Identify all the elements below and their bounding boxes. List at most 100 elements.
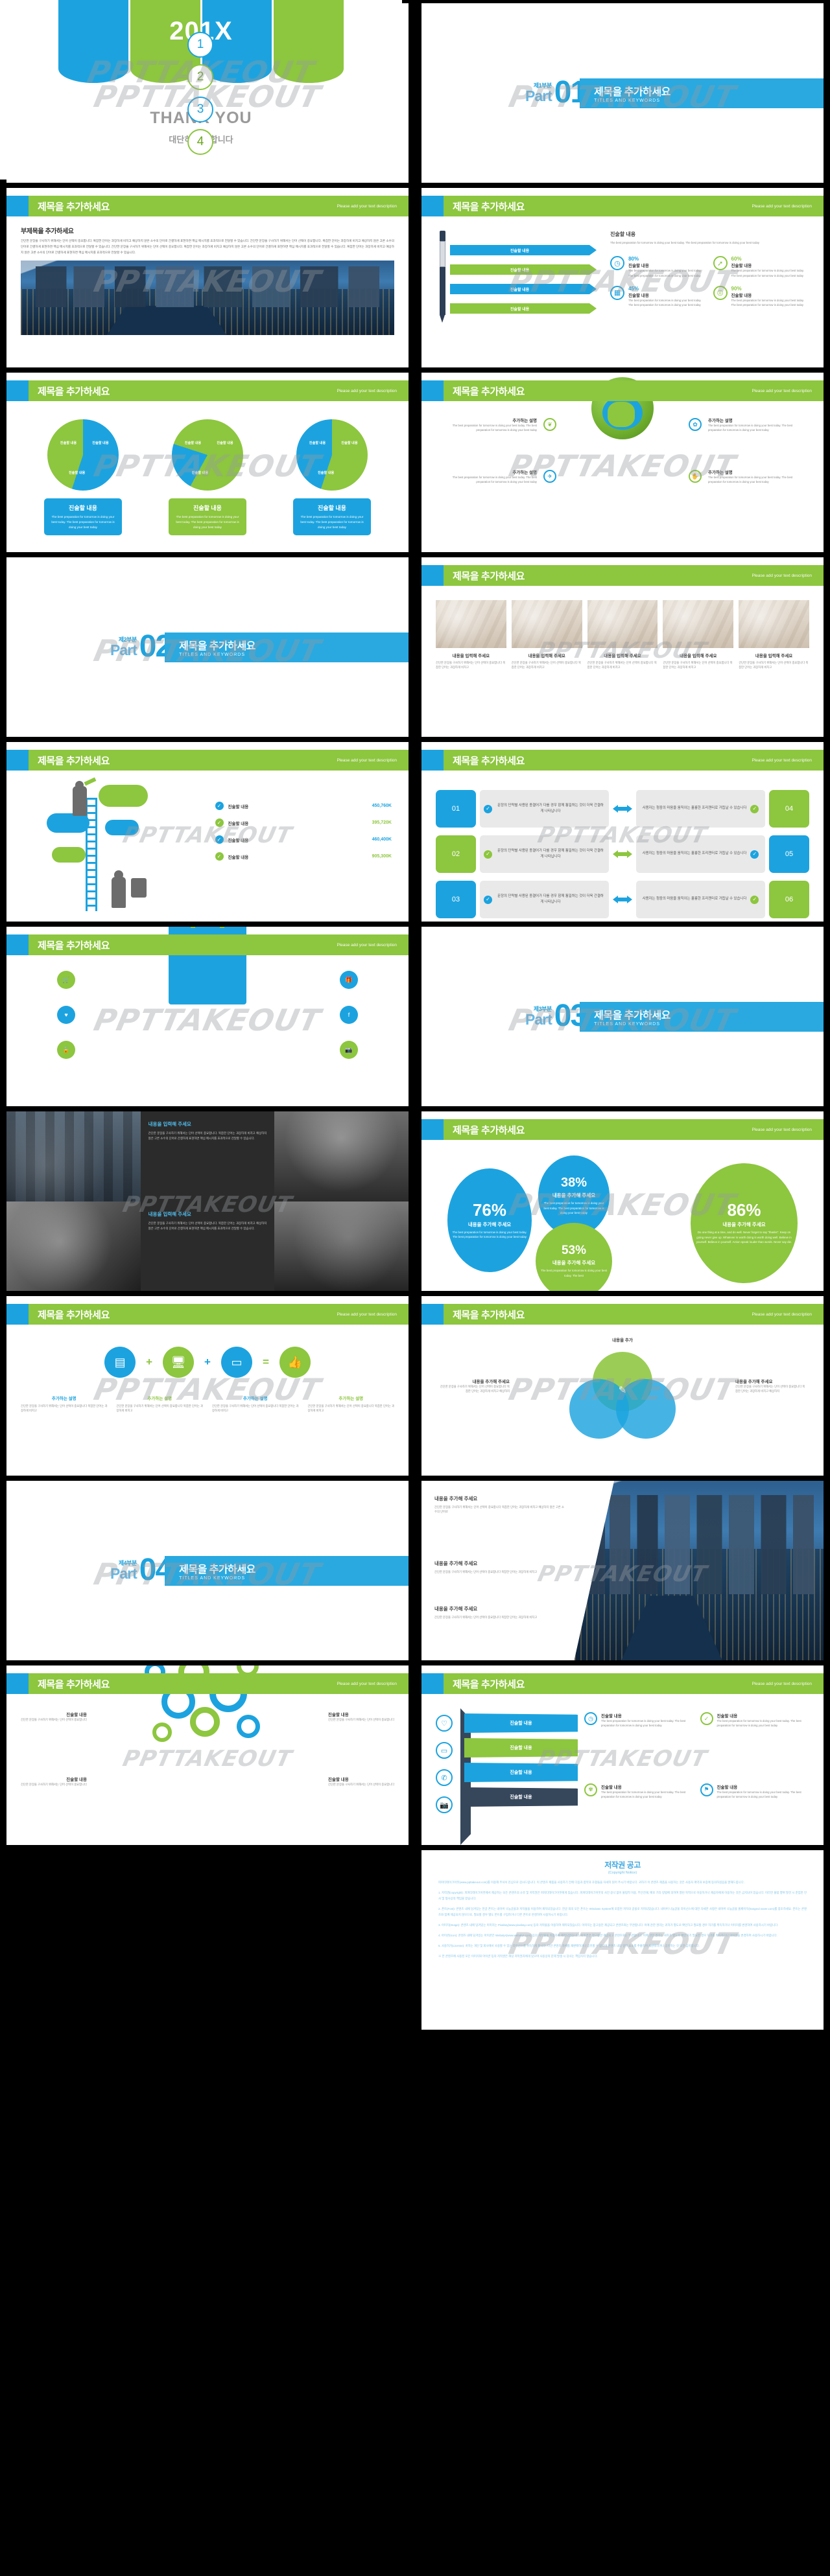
slide-part-divider: PPTTAKEOUT 제1부분 Part 01 제목을 추가하세요 TITLES…: [421, 3, 824, 183]
camera-icon: 📷: [340, 1041, 358, 1059]
cart-icon: 🛒: [57, 971, 75, 989]
slide-cell-part01[interactable]: PPTTAKEOUT 제1부분 Part 01 제목을 추가하세요 TITLES…: [415, 0, 830, 185]
slide-cell-blobs[interactable]: 제목을 추가하세요 Please add your text descripti…: [415, 1108, 830, 1293]
copyright-paragraph: 2. 폰트(Font): 콘텐츠 내에 담겨있는 한글 폰트는 네이버 나눔글꼴…: [438, 1907, 807, 1917]
slide-cell-venn[interactable]: 제목을 추가하세요 Please add your text descripti…: [415, 1293, 830, 1478]
pen-icon: [436, 231, 450, 367]
double-arrow-icon: [613, 896, 632, 903]
process-text: 문장의 단락별 사용된 종결어가 다를 경우 함께 통일하는 것이 더욱 간결하…: [497, 848, 604, 859]
slide-cell-thankyou[interactable]: PPTTAKEOUT 201X THANK YOU 대단히 감사합니다: [0, 0, 415, 2032]
ladder-icon: [86, 798, 97, 911]
percent-blob: 53% 내용을 추가해 주세요 The best preparation for…: [536, 1223, 612, 1291]
part-label-en: Part: [525, 1010, 552, 1028]
venn-top-label-block: 내용을 추가: [612, 1336, 633, 1343]
check-icon: ✓: [484, 850, 492, 859]
page-subtitle: Please add your text description: [752, 758, 812, 763]
ribbon-bar[interactable]: 진술할 내용: [464, 1787, 578, 1807]
ladder-row: ✓ 진술할 내용 395,720K: [215, 818, 392, 827]
desk-photo: [587, 600, 658, 648]
team-text-block: 내용을 입력해 주세요 간단한 문장을 구사하기 위해서는 단어 선택이 중요합…: [140, 1201, 275, 1291]
slide-percent-blobs: 제목을 추가하세요 Please add your text descripti…: [421, 1111, 824, 1291]
stat-item: ➚ 60% 진술할 내용 The best preparation for to…: [713, 256, 809, 278]
chevron-step[interactable]: 진술할 내용: [450, 303, 597, 314]
right-heading: 진술할 내용: [610, 231, 636, 237]
slide-header: 제목을 추가하세요 Please add your text descripti…: [421, 1119, 824, 1140]
page-title: 제목을 추가하세요: [38, 201, 110, 213]
slide-cell-part04[interactable]: PPTTAKEOUT 제4부분 Part 04 제목을 추가하세요 TITLES…: [0, 1478, 415, 1662]
pie-slice-label: 진술할 내용: [184, 441, 202, 445]
slide-cell-copyright[interactable]: PPTTAKEOUT 저작권 공고 (Copyright Notice) 피피티…: [415, 1847, 830, 2032]
item-body: The best preparation for tomorrow is doi…: [717, 1790, 801, 1798]
slide-cell-globe[interactable]: 제목을 추가하세요 Please add your text descripti…: [415, 369, 830, 554]
slide-cell-bridge[interactable]: PPTTAKEOUT 내용을 추가해 주세요 간단한 문장을 구사하기 위해서는…: [415, 1478, 830, 1662]
slide-cell-pen-chevrons[interactable]: 제목을 추가하세요 Please add your text descripti…: [415, 185, 830, 369]
telescope-icon: [84, 777, 97, 786]
copyright-paragraph: 4. 아이콘(Icon): 콘텐츠 내에 담겨있는 아이콘은 Webalys(w…: [438, 1934, 777, 1938]
slide-cell-pies[interactable]: 제목을 추가하세요 Please add your text descripti…: [0, 369, 415, 554]
stat-percent: 45%: [628, 285, 639, 292]
ribbon-bar[interactable]: 진술할 내용: [464, 1738, 578, 1758]
caption-title: 내용을 추가해 주세요: [472, 1380, 510, 1384]
slide-team-photos: PPTTAKEOUT 내용을 입력해 주세요 간단한 문장을 구사하기 위해서는…: [6, 1111, 409, 1291]
bulb-icon: ♡: [436, 1715, 453, 1732]
slide-venn: 제목을 추가하세요 Please add your text descripti…: [421, 1296, 824, 1476]
ribbon-right-item: ⚑ 진술할 내용 The best preparation for tomorr…: [700, 1783, 810, 1846]
caption-body: 간단한 문장을 구사하기 위해서는 단어 선택이 중요합니다: [20, 1718, 87, 1721]
pen-icon: ✎: [618, 1385, 627, 1396]
slide-cell-part03[interactable]: PPTTAKEOUT 제3부분 Part 03 제목을 추가하세요 TITLES…: [415, 923, 830, 1108]
slide-ladder: 제목을 추가하세요 Please add your text descripti…: [6, 742, 409, 922]
block-body: 간단한 문장을 구사하기 위해서는 단어 선택이 중요합니다. 복잡한 단어는 …: [148, 1131, 267, 1141]
bridge-caption: 내용을 추가해 주세요 간단한 문장을 구사하기 위해서는 단어 선택이 중요합…: [434, 1495, 564, 1514]
ribbon-bar[interactable]: 진술할 내용: [464, 1713, 578, 1733]
chevron-step[interactable]: 진술할 내용: [450, 264, 597, 275]
fb-icon: f: [340, 1006, 358, 1024]
slide-cell-gears[interactable]: 제목을 추가하세요 Please add your text descripti…: [0, 1662, 415, 1847]
slide-cell-ribbon[interactable]: 제목을 추가하세요 Please add your text descripti…: [415, 1662, 830, 1847]
slide-cell-shopping-bag[interactable]: 제목을 추가하세요 Please add your text descripti…: [0, 923, 415, 1108]
process-text: 사용자는 청중의 마음을 움직이는 훌륭한 프리젠터로 거듭날 수 있습니다: [642, 806, 747, 811]
column-title: 내용을 입력해 주세요: [755, 654, 793, 658]
header-accent-tab: [6, 934, 29, 955]
slide-process: 제목을 추가하세요 Please add your text descripti…: [421, 742, 824, 922]
slide-cell-ladder[interactable]: 제목을 추가하세요 Please add your text descripti…: [0, 739, 415, 923]
page-title: 제목을 추가하세요: [453, 386, 525, 397]
desk-photo: [436, 600, 506, 648]
slide-pen-chevrons: 제목을 추가하세요 Please add your text descripti…: [421, 188, 824, 367]
page-subtitle: Please add your text description: [752, 388, 812, 393]
slide-gears: 제목을 추가하세요 Please add your text descripti…: [6, 1665, 409, 1845]
chart-icon: ▦: [610, 285, 625, 300]
stat-percent: 90%: [731, 285, 742, 292]
copyright-paragraph: 1. 저작권(copyright): 피피티테이크아웃에서 제공하는 모든 콘텐…: [438, 1891, 807, 1901]
header-accent-tab: [421, 1304, 444, 1325]
slide-cell-text-photo[interactable]: 제목을 추가하세요 Please add your text descripti…: [0, 185, 415, 369]
contents-number: 3: [187, 96, 213, 122]
slide-cell-part02[interactable]: PPTTAKEOUT 제2부분 Part 02 제목을 추가하세요 TITLES…: [0, 554, 415, 739]
pie-slice-label: 진술할 내용: [191, 470, 209, 475]
phone-column: 내용을 입력해 주세요 간단한 문장을 구사하기 위해서는 단어 선택이 중요합…: [511, 600, 582, 737]
part-subtitle: TITLES AND KEYWORDS: [594, 99, 660, 103]
chevron-step[interactable]: 진술할 내용: [450, 245, 597, 255]
slide-cell-process[interactable]: 제목을 추가하세요 Please add your text descripti…: [415, 739, 830, 923]
stat-item: ◷ 80% 진술할 내용 The best preparation for to…: [610, 256, 706, 278]
ribbon-bar[interactable]: 진술할 내용: [464, 1763, 578, 1782]
chevron-step[interactable]: 진술할 내용: [450, 284, 597, 294]
column-body: 간단한 문장을 구사하기 위해서는 단어 선택이 중요합니다 복잡한 단어는 과…: [739, 661, 809, 669]
gear-icon: [190, 1707, 220, 1737]
slide-header: 제목을 추가하세요 Please add your text descripti…: [6, 380, 409, 401]
card-title: 진술할 내용: [69, 505, 97, 511]
page-subtitle: Please add your text description: [752, 573, 812, 578]
slide-ribbon: 제목을 추가하세요 Please add your text descripti…: [421, 1665, 824, 1845]
check-icon: ✓: [750, 804, 759, 813]
page-subtitle: Please add your text description: [337, 388, 397, 393]
slide-cell-phones[interactable]: 제목을 추가하세요 Please add your text descripti…: [415, 554, 830, 739]
row-value: 450,760K: [372, 804, 392, 808]
caption-title: 내용을 추가해 주세요: [434, 1606, 478, 1612]
slide-cell-equation[interactable]: 제목을 추가하세요 Please add your text descripti…: [0, 1293, 415, 1478]
sub-heading: 부제목을 추가하세요: [21, 228, 74, 235]
slide-cell-team-photos[interactable]: PPTTAKEOUT 내용을 입력해 주세요 간단한 문장을 구사하기 위해서는…: [0, 1108, 415, 1293]
item-title: 진술할 내용: [601, 1785, 622, 1790]
caption-body: 간단한 문장을 구사하기 위해서는 단어 선택이 중요합니다 복잡한 단어는 과…: [116, 1404, 204, 1413]
header-accent-tab: [6, 1673, 29, 1694]
caption-body: 간단한 문장을 구사하기 위해서는 단어 선택이 중요합니다 복잡한 단어는 과…: [434, 1616, 538, 1619]
slide-pie-charts: 제목을 추가하세요 Please add your text descripti…: [6, 373, 409, 552]
